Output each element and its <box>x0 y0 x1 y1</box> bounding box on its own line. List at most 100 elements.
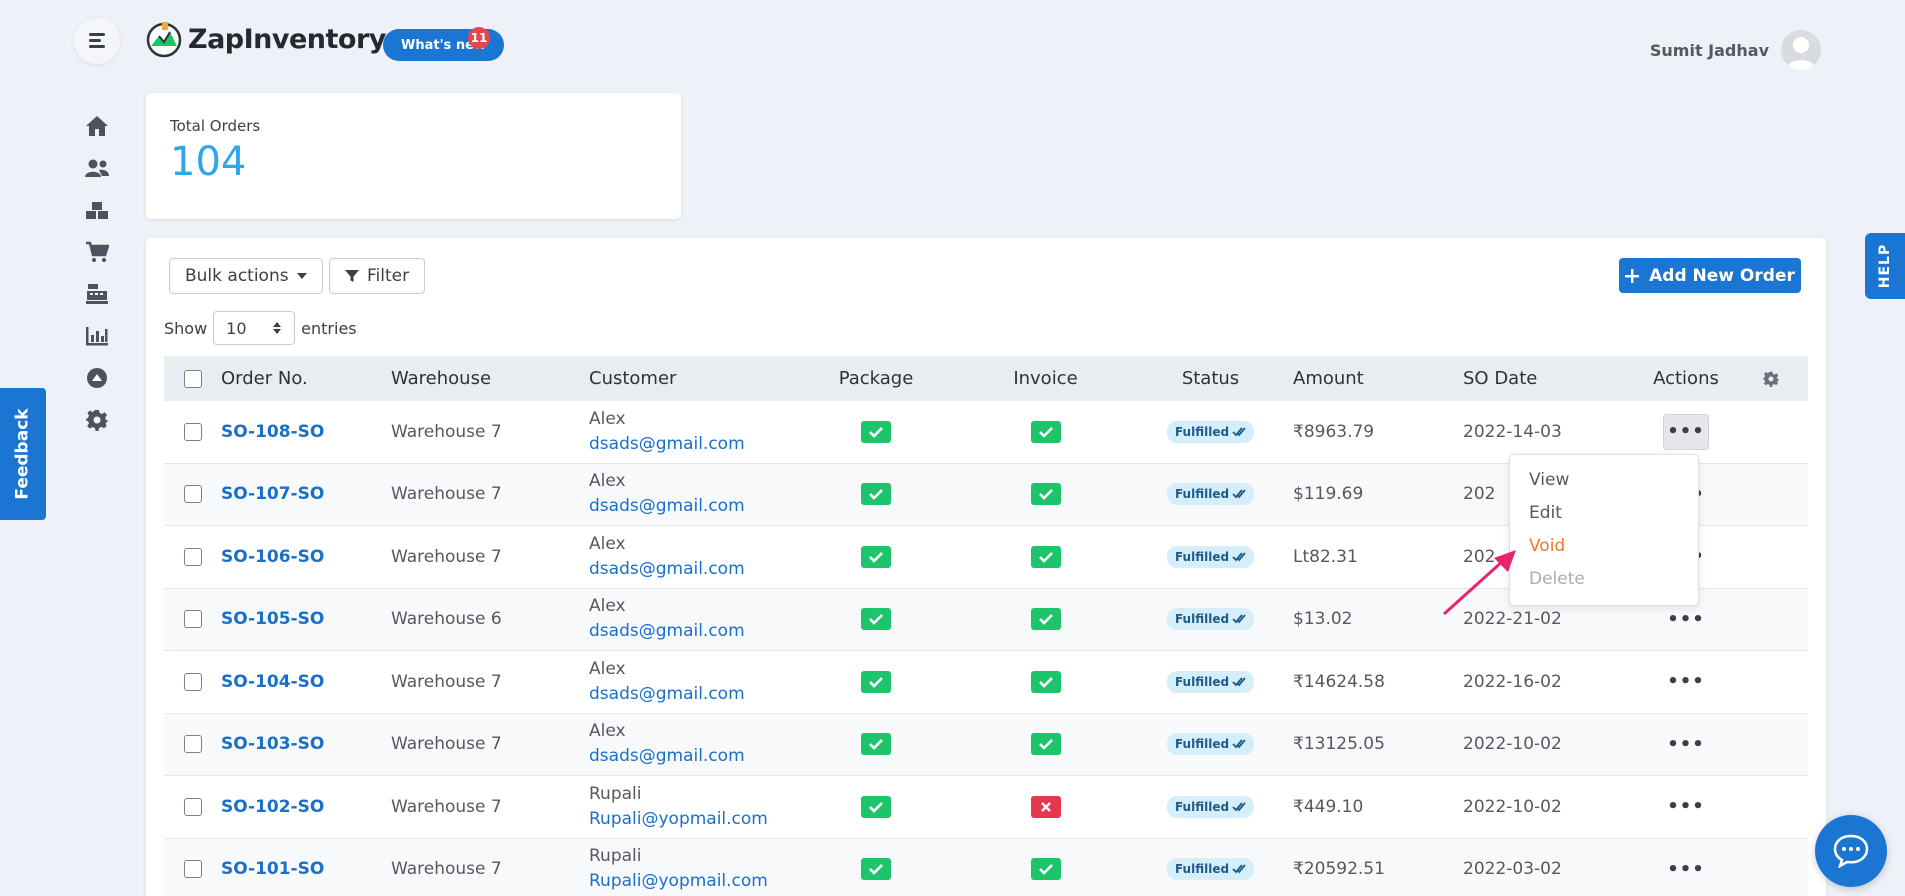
status-cell: Fulfilled <box>1128 670 1293 693</box>
filter-button[interactable]: Filter <box>329 258 426 294</box>
header-order-no[interactable]: Order No. <box>221 368 391 389</box>
package-cell <box>789 420 963 443</box>
order-number-link[interactable]: SO-101-SO <box>221 859 324 879</box>
customer-email-link[interactable]: dsads@gmail.com <box>589 619 789 644</box>
customer-email-link[interactable]: dsads@gmail.com <box>589 432 789 457</box>
dropdown-void-option[interactable]: Void <box>1510 529 1698 562</box>
double-check-icon <box>1232 427 1246 437</box>
row-select-cell <box>164 860 221 879</box>
header-warehouse[interactable]: Warehouse <box>391 368 589 389</box>
customer-cell: Alex dsads@gmail.com <box>589 407 789 457</box>
brand-name: ZapInventory <box>188 23 386 55</box>
order-number-link[interactable]: SO-104-SO <box>221 672 324 692</box>
row-checkbox[interactable] <box>183 672 202 691</box>
header-package[interactable]: Package <box>789 368 963 389</box>
row-checkbox[interactable] <box>183 485 202 504</box>
row-checkbox[interactable] <box>183 422 202 441</box>
order-number-link[interactable]: SO-106-SO <box>221 547 324 567</box>
row-actions-button[interactable]: ••• <box>1663 413 1709 450</box>
customer-email-link[interactable]: Rupali@yopmail.com <box>589 807 789 832</box>
row-actions-button[interactable]: ••• <box>1667 609 1705 630</box>
header-so-date[interactable]: SO Date <box>1463 368 1631 389</box>
package-status-icon <box>861 420 891 443</box>
check-icon <box>869 614 883 626</box>
customer-name: Alex <box>589 408 626 429</box>
row-checkbox[interactable] <box>183 610 202 629</box>
row-select-cell <box>164 485 221 504</box>
row-actions-button[interactable]: ••• <box>1667 734 1705 755</box>
table-row: SO-101-SO Warehouse 7 Rupali Rupali@yopmail… <box>164 838 1808 896</box>
row-checkbox[interactable] <box>183 797 202 816</box>
customer-email-link[interactable]: dsads@gmail.com <box>589 494 789 519</box>
cash-register-icon <box>86 284 108 304</box>
customer-name: Alex <box>589 596 626 617</box>
customer-email-link[interactable]: dsads@gmail.com <box>589 557 789 582</box>
column-settings-button[interactable] <box>1741 371 1801 387</box>
sidebar-item-customers[interactable] <box>82 147 112 189</box>
dropdown-view-option[interactable]: View <box>1510 463 1698 496</box>
row-actions-button[interactable]: ••• <box>1667 859 1705 880</box>
sidebar-item-pos[interactable] <box>82 273 112 315</box>
row-actions-button[interactable]: ••• <box>1667 671 1705 692</box>
amount-cell: ₹449.10 <box>1293 796 1364 817</box>
check-icon <box>869 489 883 501</box>
warehouse-cell: Warehouse 7 <box>391 796 502 817</box>
status-cell: Fulfilled <box>1128 858 1293 881</box>
invoice-cell <box>963 795 1128 818</box>
more-icon: ••• <box>1667 421 1705 443</box>
user-menu[interactable]: Sumit Jadhav <box>1650 30 1821 70</box>
check-icon <box>869 426 883 438</box>
actions-cell: ••• <box>1631 413 1741 450</box>
package-cell <box>789 545 963 568</box>
customer-email-link[interactable]: dsads@gmail.com <box>589 682 789 707</box>
header-customer[interactable]: Customer <box>589 368 789 389</box>
header-amount[interactable]: Amount <box>1293 368 1463 389</box>
actions-cell: ••• <box>1631 671 1741 692</box>
double-check-icon <box>1232 802 1246 812</box>
status-cell: Fulfilled <box>1128 545 1293 568</box>
header-invoice[interactable]: Invoice <box>963 368 1128 389</box>
row-checkbox[interactable] <box>183 547 202 566</box>
row-actions-dropdown: View Edit Void Delete <box>1509 454 1699 606</box>
row-actions-button[interactable]: ••• <box>1667 796 1705 817</box>
add-new-order-button[interactable]: Add New Order <box>1619 258 1801 293</box>
row-checkbox[interactable] <box>183 860 202 879</box>
status-badge: Fulfilled <box>1166 795 1255 818</box>
sidebar-item-home[interactable] <box>82 105 112 147</box>
help-tab[interactable]: HELP <box>1865 233 1905 299</box>
actions-cell: ••• <box>1631 796 1741 817</box>
feedback-tab[interactable]: Feedback <box>0 388 46 520</box>
customer-email-link[interactable]: Rupali@yopmail.com <box>589 869 789 894</box>
select-all-checkbox[interactable] <box>183 369 202 388</box>
customer-email-link[interactable]: dsads@gmail.com <box>589 744 789 769</box>
order-number-link[interactable]: SO-105-SO <box>221 609 324 629</box>
menu-toggle-button[interactable] <box>74 18 120 64</box>
avatar[interactable] <box>1781 30 1821 70</box>
order-number-link[interactable]: SO-102-SO <box>221 797 324 817</box>
invoice-cell <box>963 858 1128 881</box>
sidebar-item-inventory[interactable] <box>82 189 112 231</box>
dropdown-edit-option[interactable]: Edit <box>1510 496 1698 529</box>
order-number-link[interactable]: SO-108-SO <box>221 422 324 442</box>
sidebar-item-settings[interactable] <box>82 399 112 441</box>
double-check-icon <box>1232 864 1246 874</box>
total-orders-card: Total Orders 104 <box>146 93 681 219</box>
bulk-actions-button[interactable]: Bulk actions <box>169 258 323 294</box>
status-label: Fulfilled <box>1174 612 1230 627</box>
header-status[interactable]: Status <box>1128 368 1293 389</box>
row-checkbox[interactable] <box>183 735 202 754</box>
sidebar-item-sales[interactable] <box>82 231 112 273</box>
brand-logo[interactable]: ZapInventory <box>146 20 386 58</box>
chat-button[interactable] <box>1815 815 1887 887</box>
status-badge: Fulfilled <box>1166 420 1255 443</box>
order-number-link[interactable]: SO-103-SO <box>221 734 324 754</box>
customer-name: Alex <box>589 471 626 492</box>
order-number-link[interactable]: SO-107-SO <box>221 484 324 504</box>
so-date-cell: 2022-14-03 <box>1463 421 1562 442</box>
invoice-status-icon <box>1030 545 1061 568</box>
entries-select[interactable]: 10 <box>213 311 296 345</box>
package-status-icon <box>861 795 891 818</box>
sidebar-item-upgrade[interactable] <box>82 357 112 399</box>
sidebar-item-reports[interactable] <box>82 315 112 357</box>
zapinventory-logo-icon <box>146 22 182 58</box>
